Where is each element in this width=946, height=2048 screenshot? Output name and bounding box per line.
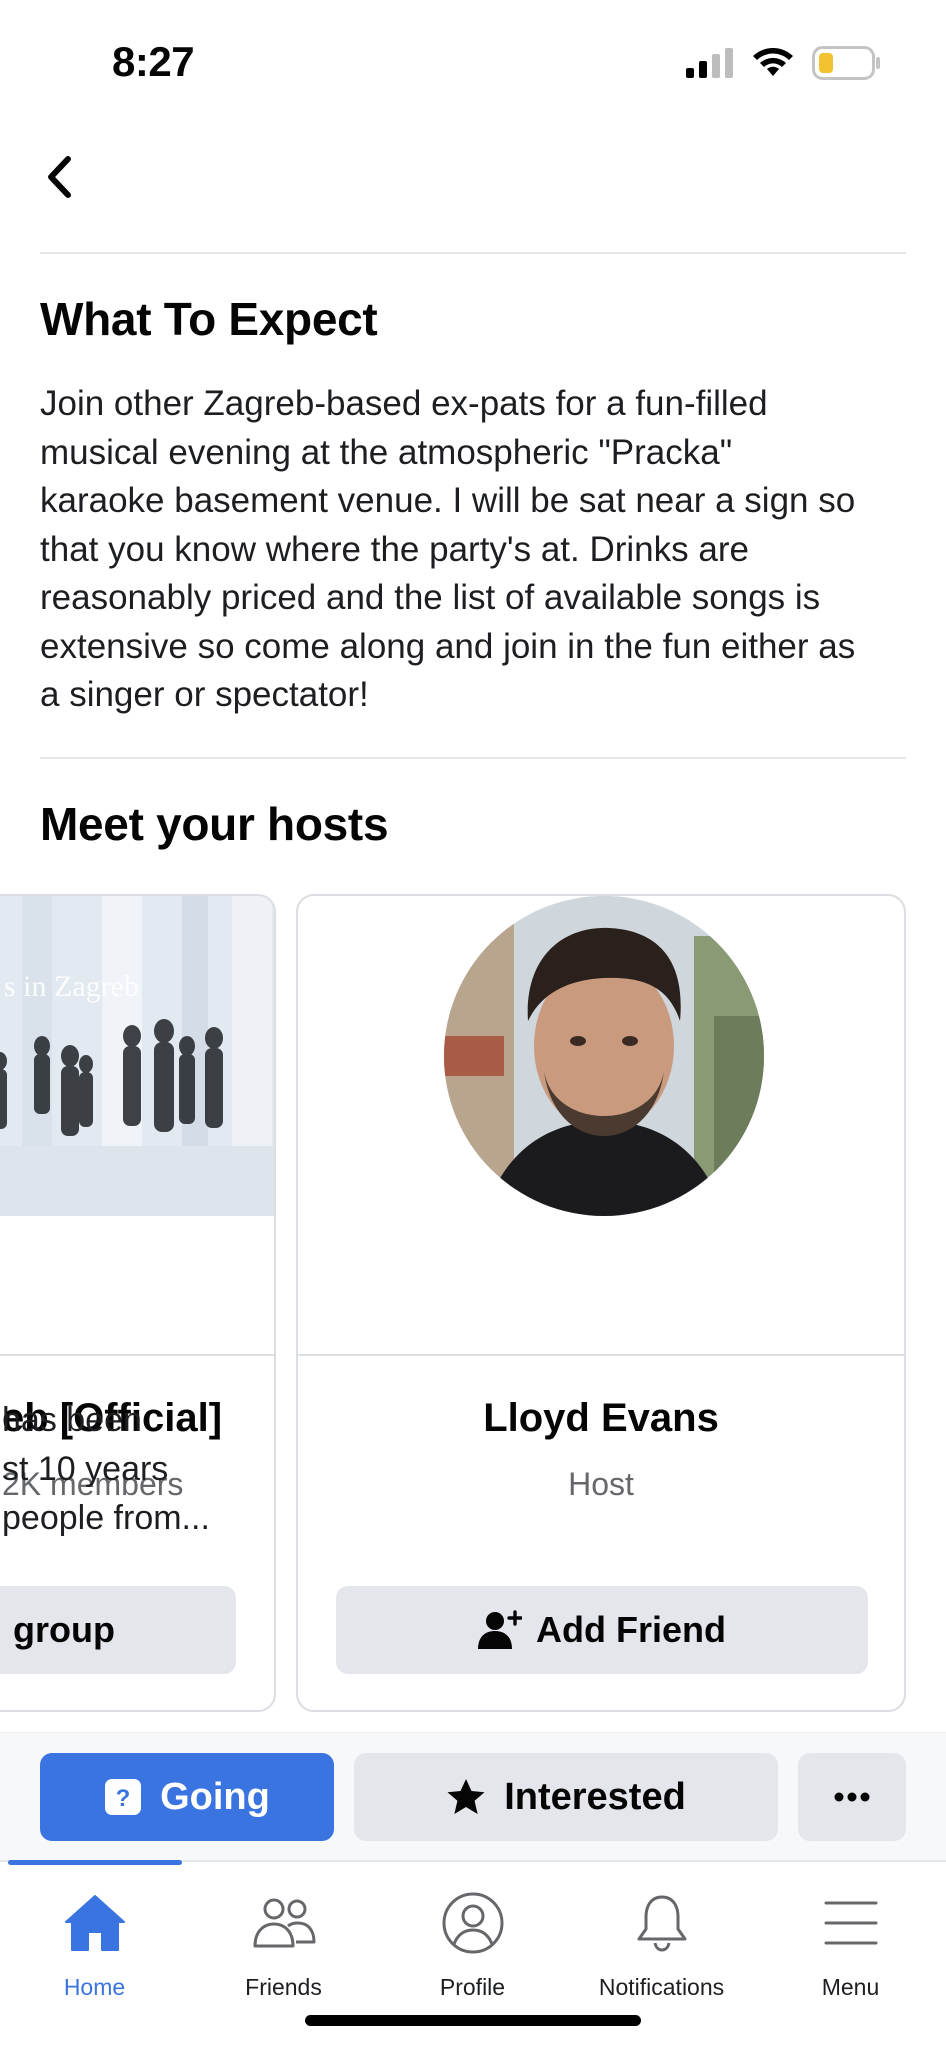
host-card-group[interactable]: s in Zagreb eb [Official] 2K members has… bbox=[0, 894, 276, 1712]
what-to-expect-title: What To Expect bbox=[40, 293, 378, 345]
star-icon bbox=[447, 1779, 485, 1814]
host-card-lloyd-evans[interactable]: Lloyd Evans Host Add Friend bbox=[296, 894, 906, 1712]
add-friend-icon bbox=[478, 1610, 522, 1649]
description-line: extensive so come along and join in the … bbox=[40, 626, 856, 666]
profile-icon bbox=[438, 1890, 508, 1956]
host-name: Lloyd Evans bbox=[483, 1396, 719, 1440]
group-description-line: has been bbox=[2, 1401, 142, 1439]
battery-icon bbox=[812, 46, 880, 80]
description-line: reasonably priced and the list of availa… bbox=[40, 578, 821, 617]
divider bbox=[40, 757, 906, 759]
group-description-line: st 10 years bbox=[2, 1450, 169, 1488]
more-horizontal-icon bbox=[834, 1792, 870, 1802]
join-group-button-label: group bbox=[13, 1609, 115, 1650]
interested-button[interactable]: Interested bbox=[354, 1753, 778, 1841]
description-line: karaoke basement venue. I will be sat ne… bbox=[40, 481, 856, 520]
event-description: Join other Zagreb-based ex-pats for a fu… bbox=[40, 380, 916, 720]
card-separator bbox=[0, 1354, 274, 1356]
tab-friends[interactable]: Friends bbox=[189, 1880, 378, 2010]
description-line: that you know where the party's at. Drin… bbox=[40, 529, 749, 569]
tab-home-label: Home bbox=[63, 1974, 126, 2000]
event-details-screen: 8:27 What To Expect Join other Zagreb-ba… bbox=[0, 0, 946, 2048]
status-icons bbox=[686, 46, 882, 80]
active-tab-indicator bbox=[8, 1860, 182, 1865]
tab-friends-label: Friends bbox=[245, 1974, 322, 2000]
interested-label: Interested bbox=[504, 1775, 686, 1818]
group-cover-text: s in Zagreb bbox=[4, 970, 139, 1003]
bell-icon bbox=[627, 1890, 697, 1956]
tab-notifications[interactable]: Notifications bbox=[567, 1880, 756, 2010]
tab-profile-label: Profile bbox=[439, 1974, 506, 2000]
description-line: musical evening at the atmospheric "Prac… bbox=[40, 432, 733, 472]
join-group-button[interactable]: group bbox=[0, 1586, 236, 1674]
add-friend-label: Add Friend bbox=[536, 1609, 726, 1650]
meet-hosts-title: Meet your hosts bbox=[40, 798, 389, 850]
tab-home[interactable]: Home bbox=[0, 1880, 189, 2010]
event-action-bar: ? Going Interested bbox=[0, 1732, 946, 1860]
home-icon bbox=[60, 1890, 130, 1956]
going-label: Going bbox=[160, 1775, 270, 1818]
card-separator bbox=[298, 1354, 904, 1356]
description-line: a singer or spectator! bbox=[40, 675, 369, 714]
friends-icon bbox=[249, 1890, 319, 1956]
chevron-left-icon bbox=[48, 156, 71, 198]
divider bbox=[40, 252, 906, 254]
host-avatar bbox=[444, 896, 764, 1216]
status-time: 8:27 bbox=[112, 38, 195, 85]
menu-icon bbox=[816, 1890, 886, 1956]
svg-text:?: ? bbox=[116, 1785, 131, 1812]
wifi-icon bbox=[753, 48, 793, 76]
tab-menu[interactable]: Menu bbox=[756, 1880, 945, 2010]
tab-profile[interactable]: Profile bbox=[378, 1880, 567, 2010]
more-options-button[interactable] bbox=[798, 1753, 906, 1841]
description-line: Join other Zagreb-based ex-pats for a fu… bbox=[40, 384, 768, 423]
going-button[interactable]: ? Going bbox=[40, 1753, 334, 1841]
add-friend-button[interactable]: Add Friend bbox=[336, 1586, 868, 1674]
status-bar: 8:27 bbox=[0, 0, 946, 124]
rsvp-question-icon: ? bbox=[105, 1779, 142, 1815]
tab-notifications-label: Notifications bbox=[598, 1974, 725, 2000]
signal-icon bbox=[686, 48, 733, 78]
group-description-line: people from... bbox=[2, 1499, 210, 1537]
host-role: Host bbox=[568, 1466, 634, 1502]
home-indicator bbox=[305, 2015, 641, 2026]
tab-menu-label: Menu bbox=[821, 1974, 880, 2000]
group-cover-image: s in Zagreb bbox=[0, 896, 274, 1216]
back-button[interactable] bbox=[38, 150, 80, 204]
